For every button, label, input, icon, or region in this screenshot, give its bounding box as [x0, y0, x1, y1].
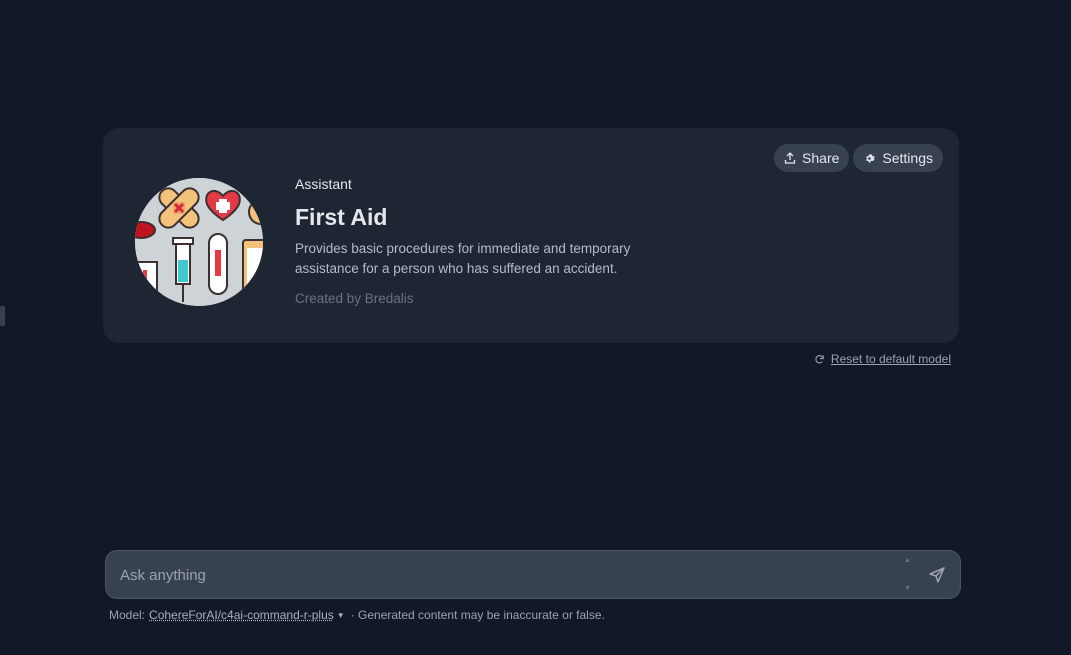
chat-input[interactable] [118, 551, 882, 600]
assistant-kind-label: Assistant [295, 176, 352, 192]
reset-default-model-link[interactable]: Reset to default model [814, 352, 951, 366]
share-label: Share [802, 150, 840, 166]
assistant-info: Assistant First Aid Provides basic proce… [295, 175, 675, 307]
share-upload-icon [784, 152, 796, 164]
disclaimer-text: · Generated content may be inaccurate or… [350, 608, 605, 622]
assistant-creator: Created by Bredalis [295, 291, 414, 306]
reset-label: Reset to default model [830, 352, 951, 366]
input-scrollbar[interactable]: ▲ ▼ [904, 555, 911, 594]
scroll-up-icon[interactable]: ▲ [904, 557, 911, 564]
share-button[interactable]: Share [774, 144, 850, 172]
model-selector-link[interactable]: CohereForAI/c4ai-command-r-plus [149, 608, 334, 622]
assistant-card: Assistant First Aid Provides basic proce… [103, 128, 959, 343]
settings-button[interactable]: Settings [853, 144, 943, 172]
assistant-name: First Aid [295, 204, 388, 230]
assistant-actions: Share Settings [774, 144, 943, 172]
refresh-icon [815, 354, 824, 363]
assistant-avatar [135, 178, 263, 306]
footer-model-info: Model: CohereForAI/c4ai-command-r-plus ▼… [109, 608, 605, 622]
send-icon[interactable] [928, 566, 946, 584]
gear-icon [866, 154, 876, 163]
chevron-down-icon[interactable]: ▼ [337, 611, 345, 620]
settings-label: Settings [882, 150, 933, 166]
assistant-description: Provides basic procedures for immediate … [295, 241, 631, 276]
sidebar-resize-handle[interactable] [0, 306, 5, 326]
chat-composer: ▲ ▼ [105, 550, 961, 600]
scroll-down-icon[interactable]: ▼ [904, 585, 911, 592]
model-prefix: Model: [109, 608, 146, 622]
